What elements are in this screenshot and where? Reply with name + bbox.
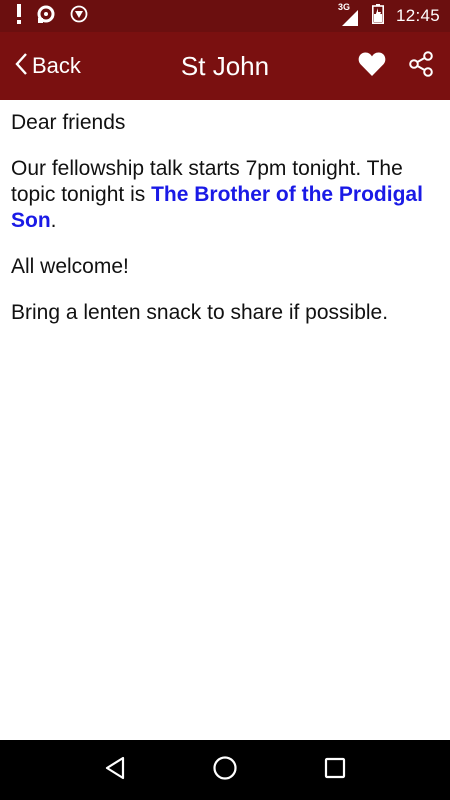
status-right-icons: 3G 12:45: [338, 2, 440, 29]
welcome-text: All welcome!: [11, 255, 129, 278]
share-icon: [408, 50, 434, 82]
chevron-left-icon: [14, 52, 28, 81]
status-left-icons: [16, 3, 88, 29]
status-bar: 3G 12:45: [0, 0, 450, 32]
heart-icon: [358, 51, 386, 82]
app-actions: [358, 32, 434, 100]
app-bar: Back St John: [0, 32, 450, 100]
greeting-text: Dear friends: [11, 111, 126, 134]
share-button[interactable]: [408, 50, 434, 82]
message-content: Dear friends Our fellowship talk starts …: [0, 100, 450, 740]
nav-back-button[interactable]: [95, 750, 135, 790]
message-body: Our fellowship talk starts 7pm tonight. …: [11, 156, 440, 234]
nav-home-button[interactable]: [205, 750, 245, 790]
recents-square-icon: [324, 757, 346, 784]
navigation-bar: [0, 740, 450, 800]
body-suffix: .: [50, 209, 57, 232]
back-triangle-icon: [104, 756, 126, 785]
back-button[interactable]: Back: [14, 32, 81, 100]
alert-icon: [16, 3, 22, 29]
closing-text: Bring a lenten snack to share if possibl…: [11, 301, 389, 324]
nav-recents-button[interactable]: [315, 750, 355, 790]
home-circle-icon: [212, 755, 238, 786]
favorite-button[interactable]: [358, 51, 386, 82]
status-time: 12:45: [395, 6, 440, 25]
battery-icon: [371, 3, 384, 29]
sync-icon: [36, 4, 56, 29]
signal-icon: 3G: [338, 2, 360, 26]
shield-icon: [70, 5, 88, 28]
back-label: Back: [32, 53, 81, 78]
